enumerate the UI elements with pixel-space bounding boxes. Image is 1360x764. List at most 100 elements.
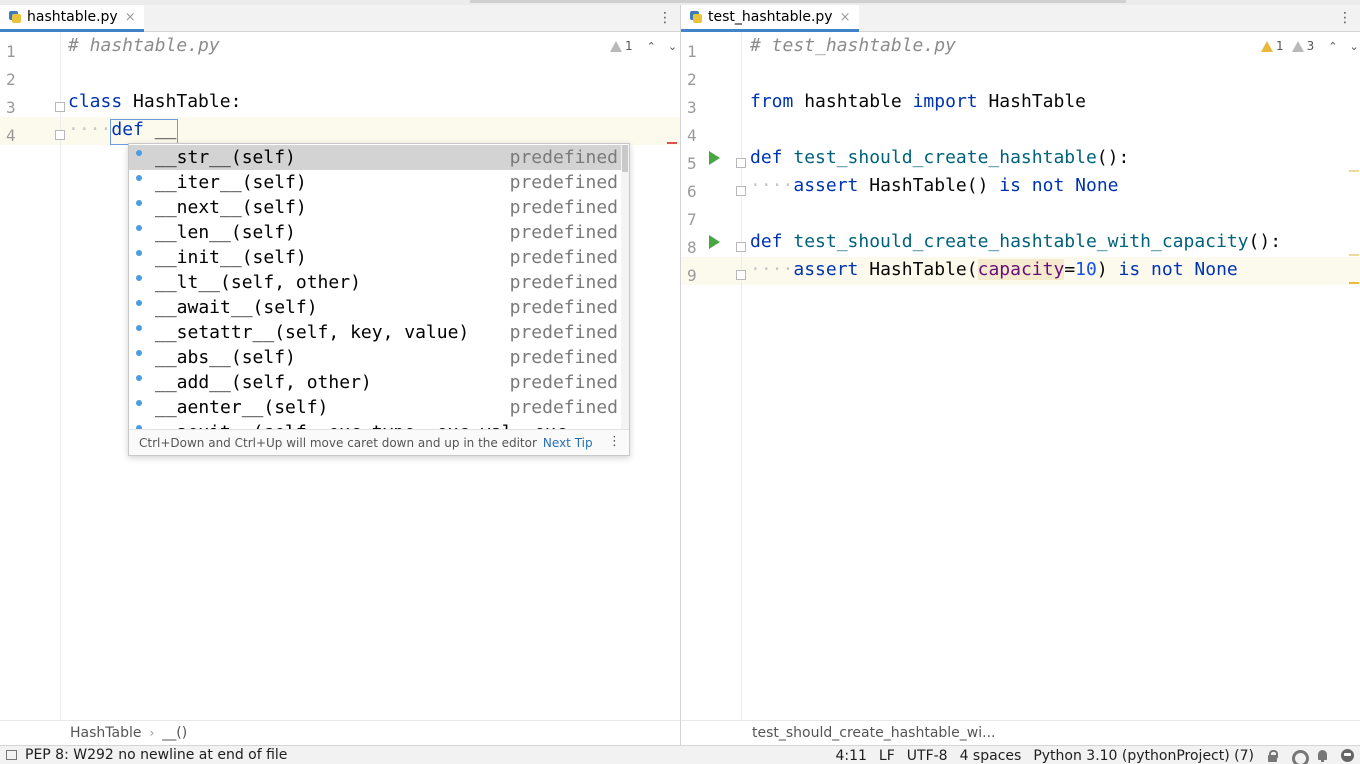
line-number: 3 [687, 98, 697, 117]
constant: None [1194, 259, 1238, 280]
code-line-8[interactable]: def test_should_create_hashtable_with_ca… [750, 231, 1281, 252]
completion-popup: __str__(self) predefined __iter__(self) pr… [128, 143, 630, 456]
breadcrumb-function[interactable]: test_should_create_hashtable_wi... [752, 725, 995, 741]
close-tab-icon[interactable]: × [125, 10, 136, 25]
warning-count: 1 [625, 39, 633, 53]
indent-setting[interactable]: 4 spaces [960, 748, 1022, 764]
tab-test-hashtable-py[interactable]: test_hashtable.py × [681, 5, 859, 32]
fold-toggle-icon[interactable] [736, 270, 746, 280]
line-number: 8 [687, 238, 697, 257]
completion-item[interactable]: __len__(self) predefined [129, 220, 621, 245]
fold-toggle-icon[interactable] [55, 102, 65, 112]
python-interpreter[interactable]: Python 3.10 (pythonProject) (7) [1033, 748, 1254, 764]
parens: (): [1096, 147, 1130, 168]
constant: None [1075, 175, 1119, 196]
right-tab-bar: test_hashtable.py × ⋮ [681, 5, 1360, 32]
code-line-6[interactable]: ····assert HashTable() is not None [750, 175, 1119, 196]
notifications-icon[interactable] [1316, 749, 1329, 762]
fold-toggle-icon[interactable] [736, 242, 746, 252]
tool-window-toggle-icon[interactable] [6, 750, 17, 760]
inspection-widget[interactable]: 1 ⌃ ⌄ [610, 39, 680, 53]
gear-icon[interactable] [1291, 749, 1309, 764]
caret-position[interactable]: 4:11 [835, 748, 866, 764]
code-line-9[interactable]: ····assert HashTable(capacity=10) is not… [750, 259, 1238, 280]
line-number: 4 [687, 126, 697, 145]
breadcrumb: test_should_create_hashtable_wi... [681, 720, 1360, 745]
parens: (): [1248, 231, 1282, 252]
lock-icon[interactable] [1266, 749, 1279, 762]
method-icon [136, 175, 142, 181]
inspector-face-icon[interactable] [1341, 749, 1354, 762]
completion-item[interactable]: __add__(self, other) predefined [129, 370, 621, 395]
completion-scrollbar[interactable] [621, 145, 629, 431]
comment: # test_hashtable.py [750, 35, 956, 56]
run-test-icon[interactable] [709, 151, 720, 165]
weak-warning-marker[interactable] [1349, 254, 1359, 256]
prev-highlight-icon[interactable]: ⌃ [647, 40, 656, 53]
completion-item[interactable]: __str__(self) predefined [129, 145, 621, 170]
completion-item[interactable]: __setattr__(self, key, value) predefined [129, 320, 621, 345]
line-number: 1 [687, 42, 697, 61]
right-editor-pane: test_hashtable.py × ⋮ 1 3 ⌃ ⌄ 1 2 3 4 5 … [681, 5, 1360, 720]
line-number: 2 [687, 70, 697, 89]
number-literal: 10 [1075, 259, 1097, 280]
keyword: is not [1118, 259, 1184, 280]
line-number: 4 [6, 126, 16, 145]
breadcrumb-method[interactable]: __() [162, 725, 187, 741]
method-icon [136, 375, 142, 381]
keyword: is not [999, 175, 1065, 196]
method-icon [136, 275, 142, 281]
completion-item[interactable]: __abs__(self) predefined [129, 345, 621, 370]
method-icon [136, 325, 142, 331]
completion-item[interactable]: __aenter__(self) predefined [129, 395, 621, 420]
code-line-5[interactable]: def test_should_create_hashtable(): [750, 147, 1129, 168]
code-line-1[interactable]: # hashtable.py [68, 35, 220, 56]
line-number: 6 [687, 182, 697, 201]
completion-item[interactable]: __next__(self) predefined [129, 195, 621, 220]
horizontal-scroll-indicator[interactable] [470, 0, 1126, 3]
scrollbar-thumb[interactable] [622, 145, 628, 172]
warning-marker[interactable] [1349, 282, 1359, 284]
code-line-1[interactable]: # test_hashtable.py [750, 35, 956, 56]
error-stripe-marker[interactable] [667, 142, 677, 144]
fold-toggle-icon[interactable] [55, 130, 65, 140]
method-icon [136, 400, 142, 406]
line-number: 5 [687, 154, 697, 173]
close-tab-icon[interactable]: × [840, 10, 851, 25]
expression: HashTable( [869, 259, 978, 280]
next-highlight-icon[interactable]: ⌄ [668, 40, 677, 53]
line-separator[interactable]: LF [879, 748, 895, 764]
fold-toggle-icon[interactable] [736, 186, 746, 196]
weak-warning-marker[interactable] [1349, 170, 1359, 172]
editor-menu-icon[interactable]: ⋮ [658, 10, 672, 26]
python-file-icon [689, 10, 703, 24]
next-tip-link[interactable]: Next Tip [543, 436, 593, 450]
inspection-widget[interactable]: 1 3 ⌃ ⌄ [1261, 39, 1360, 53]
run-test-icon[interactable] [709, 235, 720, 249]
completion-item[interactable]: __iter__(self) predefined [129, 170, 621, 195]
tip-menu-icon[interactable]: ⋮ [608, 434, 621, 449]
line-number: 2 [6, 70, 16, 89]
tip-text: Ctrl+Down and Ctrl+Up will move caret do… [139, 435, 537, 450]
close-paren: ) [1096, 259, 1108, 280]
tab-hashtable-py[interactable]: hashtable.py × [0, 5, 144, 32]
status-message[interactable]: PEP 8: W292 no newline at end of file [25, 747, 287, 763]
breadcrumb-class[interactable]: HashTable [70, 725, 141, 741]
status-bar: PEP 8: W292 no newline at end of file 4:… [0, 745, 1360, 764]
completion-item[interactable]: __await__(self) predefined [129, 295, 621, 320]
tab-label: test_hashtable.py [708, 9, 833, 25]
expression: HashTable() [869, 175, 989, 196]
prev-highlight-icon[interactable]: ⌃ [1328, 40, 1337, 53]
file-encoding[interactable]: UTF-8 [907, 748, 948, 764]
completion-item[interactable]: __init__(self) predefined [129, 245, 621, 270]
code-line-3[interactable]: from hashtable import HashTable [750, 91, 1086, 112]
keyword: assert [793, 175, 859, 196]
next-highlight-icon[interactable]: ⌄ [1350, 40, 1359, 53]
code-line-3[interactable]: class HashTable: [68, 91, 241, 112]
completion-item[interactable]: __lt__(self, other) predefined [129, 270, 621, 295]
editor-menu-icon[interactable]: ⋮ [1338, 10, 1352, 26]
method-icon [136, 200, 142, 206]
fold-toggle-icon[interactable] [736, 158, 746, 168]
keyword-argument: capacity [977, 259, 1065, 280]
keyword: class [68, 91, 123, 112]
